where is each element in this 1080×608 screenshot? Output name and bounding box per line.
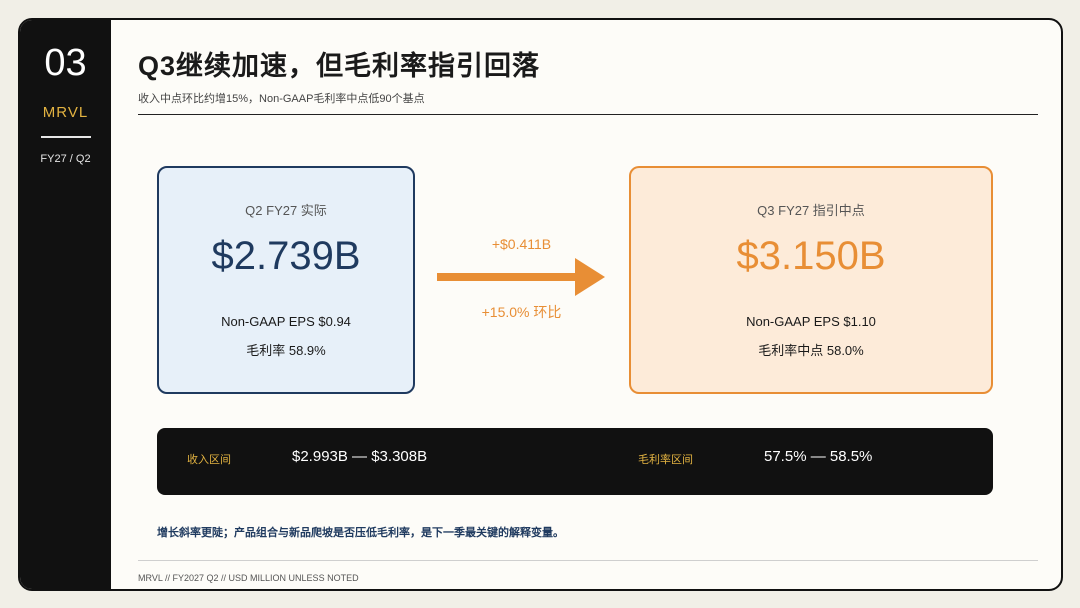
change-amount: +$0.411B	[491, 236, 552, 252]
change-percent: +15.0% 环比	[481, 304, 562, 320]
actual-eps: Non-GAAP EPS $0.94	[221, 314, 351, 329]
footer-text: MRVL // FY2027 Q2 // USD MILLION UNLESS …	[138, 573, 359, 583]
slide-frame: 03 MRVL FY27 / Q2 Q3继续加速，但毛利率指引回落 收入中点环比…	[18, 18, 1063, 591]
insight-note: 增长斜率更陡；产品组合与新品爬坡是否压低毛利率，是下一季最关键的解释变量。	[157, 527, 564, 539]
guidance-revenue: $3.150B	[736, 234, 886, 278]
actual-margin: 毛利率 58.9%	[246, 343, 326, 358]
page-subtitle: 收入中点环比约增15%，Non-GAAP毛利率中点低90个基点	[138, 93, 425, 105]
guidance-eps: Non-GAAP EPS $1.10	[746, 314, 876, 329]
guidance-card-label: Q3 FY27 指引中点	[757, 203, 865, 218]
actual-card: Q2 FY27 实际 $2.739B Non-GAAP EPS $0.94 毛利…	[157, 166, 415, 394]
footer-divider	[138, 560, 1038, 561]
guidance-card: Q3 FY27 指引中点 $3.150B Non-GAAP EPS $1.10 …	[629, 166, 993, 394]
ticker-label: MRVL	[42, 104, 89, 121]
revenue-range-value: $2.993B — $3.308B	[292, 448, 428, 465]
section-number: 03	[44, 42, 87, 84]
actual-revenue: $2.739B	[211, 234, 361, 278]
actual-card-label: Q2 FY27 实际	[245, 203, 327, 218]
revenue-range-label: 收入区间	[187, 454, 231, 466]
margin-range-value: 57.5% — 58.5%	[764, 448, 873, 465]
sidebar-divider	[41, 136, 91, 138]
title-divider	[138, 114, 1038, 115]
margin-range-label: 毛利率区间	[638, 454, 693, 466]
sidebar: 03 MRVL FY27 / Q2	[20, 20, 111, 589]
period-label: FY27 / Q2	[40, 153, 91, 165]
guidance-margin: 毛利率中点 58.0%	[758, 343, 864, 358]
right-arrow-icon	[437, 258, 605, 296]
page-title: Q3继续加速，但毛利率指引回落	[138, 51, 541, 81]
range-bar: 收入区间 $2.993B — $3.308B 毛利率区间 57.5% — 58.…	[157, 428, 993, 495]
